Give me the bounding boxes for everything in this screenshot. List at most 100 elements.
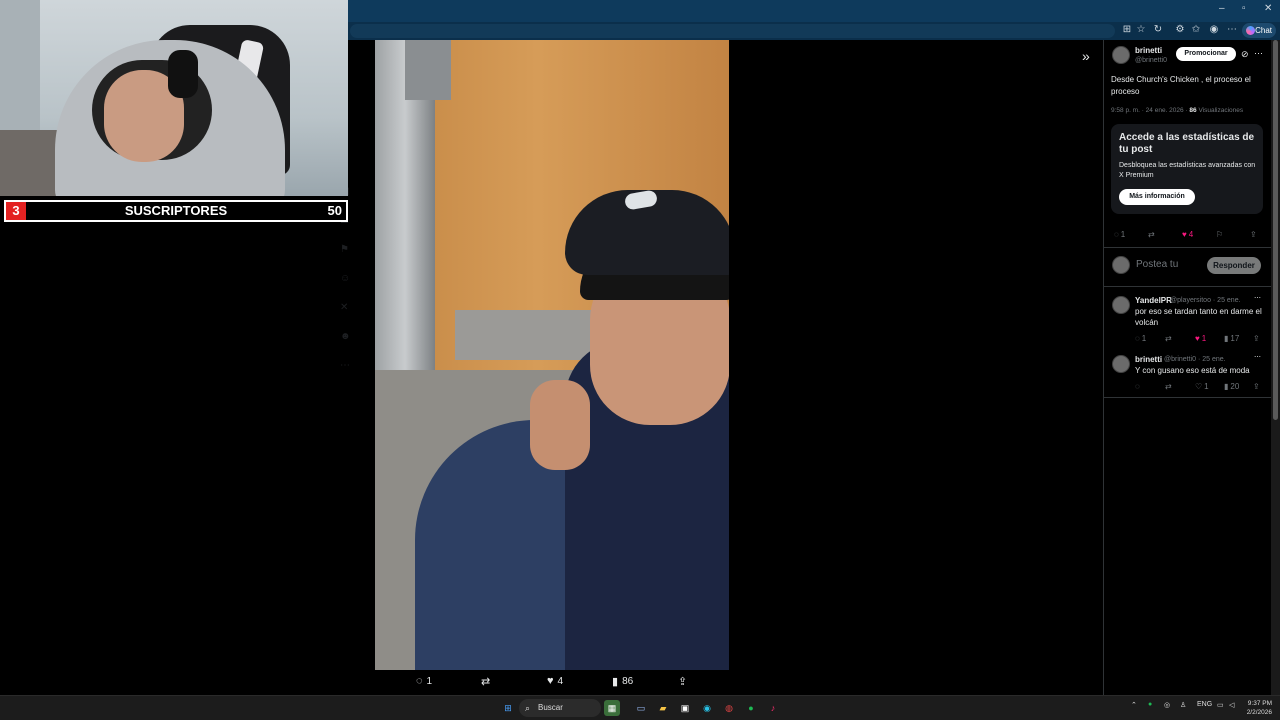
tray-spotify-icon[interactable]: ● [1148,701,1152,708]
microphone-icon[interactable]: ♙ [1180,701,1186,709]
sub-goal-label: SUSCRIPTORES [124,203,228,218]
reply-like-button[interactable]: ♥ 1 [1195,334,1206,343]
avatar [1112,256,1130,274]
nav-bookmarks-icon: ⚑ [340,244,349,255]
reply-submit-button[interactable]: Responder [1207,257,1261,274]
post-time[interactable]: 9:58 p. m. · 24 ene. 2026 · [1111,107,1188,114]
reply-like-button[interactable]: ♡ 1 [1195,382,1209,391]
sub-goal-count: 50 [327,203,342,218]
avatar[interactable] [1112,46,1130,64]
reply-author-handle[interactable]: @playersitoo · 25 ene. [1170,297,1241,304]
reply-icon: ◌ [1114,230,1119,239]
more-menu-icon[interactable]: ⋯ [1226,24,1238,36]
reply-repost-button[interactable]: ⇄ [1165,334,1172,343]
reply-views-button[interactable]: ▮ 17 [1224,334,1239,343]
share-icon: ⇪ [1250,230,1257,239]
reply-share-button[interactable]: ⇪ [1253,334,1260,343]
promote-button[interactable]: Promocionar [1176,47,1236,61]
address-bar[interactable] [350,24,1115,38]
reply-author-name[interactable]: YandelPR [1135,296,1172,305]
repost-icon: ⇄ [481,676,491,688]
minimize-icon[interactable]: – [1219,3,1225,14]
post-views-count: 86 [1189,107,1197,114]
taskbar-search[interactable]: ⌕ Buscar [519,699,601,717]
tray-chevron-icon[interactable]: ⌃ [1131,701,1137,709]
post-author-handle[interactable]: @brinetti0 [1135,57,1167,64]
reply-author-name[interactable]: brinetti [1135,355,1162,364]
reply-author-handle[interactable]: @brinetti0 · 25 ene. [1164,356,1226,363]
widget-icon[interactable]: ▦ [604,700,620,716]
thumbs-up-hand [530,380,590,470]
clock-time: 9:37 PM [1247,700,1272,707]
more-options-icon[interactable]: ⋯ [1254,294,1261,302]
reply-views-button[interactable]: ▮ 20 [1224,382,1239,391]
taskbar-clock[interactable]: 9:37 PM 2/2/2026 [1242,699,1272,717]
more-info-button[interactable]: Más información [1119,189,1195,205]
language-indicator[interactable]: ENG [1197,701,1212,708]
copilot-icon [1246,26,1255,35]
favorite-star-icon[interactable]: ☆ [1135,24,1147,36]
network-icon[interactable]: ▭ [1217,701,1224,709]
avatar[interactable] [1112,296,1130,314]
photo-share-button[interactable]: ⇪ [678,675,687,688]
photo-reply-button[interactable]: ◌ 1 [416,675,432,687]
maximize-icon[interactable]: ▫ [1242,3,1246,14]
photo-repost-button[interactable]: ⇄ [481,675,494,688]
post-photo[interactable] [375,40,729,670]
terminal-icon[interactable]: ▣ [677,700,693,716]
share-button[interactable]: ⇪ [1250,230,1257,239]
bookmark-button[interactable]: ⚐ [1216,230,1223,239]
apps-icon[interactable]: ⊞ [1121,24,1133,36]
extensions-icon[interactable]: ⚙ [1174,24,1186,36]
sub-current-count: 3 [6,202,26,220]
clock-date: 2/2/2026 [1246,709,1272,716]
photo-views-button[interactable]: ▮ 86 [612,675,633,688]
reply-share-button[interactable]: ⇪ [1253,382,1260,391]
views-chart-icon: ▮ [612,676,619,688]
panel-scrollbar[interactable] [1271,40,1280,695]
post-repost-button[interactable]: ⇄ [1148,230,1155,239]
premium-stats-card: Accede a las estadísticas de tu post Des… [1111,124,1263,214]
grok-icon[interactable]: ⊘ [1241,49,1249,60]
nav-profile-icon: ☻ [340,331,351,342]
chrome-icon[interactable]: ◍ [721,700,737,716]
start-button-icon[interactable]: ⊞ [500,700,516,716]
file-explorer-icon[interactable]: ▰ [655,700,671,716]
bookmark-icon: ⚐ [1216,230,1224,239]
volume-icon[interactable]: ◁ [1229,701,1234,709]
post-meta: 9:58 p. m. · 24 ene. 2026 · 86 Visualiza… [1111,107,1243,114]
reply-reply-button[interactable]: ◌ [1135,382,1142,391]
profile-avatar-icon[interactable]: ◉ [1208,24,1220,36]
heart-outline-icon: ♡ [1195,382,1203,391]
tray-app-icon[interactable]: ◎ [1164,701,1170,709]
tiktok-icon[interactable]: ♪ [765,700,781,716]
close-icon[interactable]: ✕ [1264,3,1272,14]
nav-more-icon: ⋯ [340,360,350,371]
spotify-icon[interactable]: ● [743,700,759,716]
photo-action-bar: ◌ 1 ⇄ ♥ 4 ▮ 86 ⇪ [375,672,729,692]
post-text: Desde Church's Chicken , el proceso el p… [1111,75,1251,96]
post-views-label: Visualizaciones [1198,107,1244,114]
reply-input[interactable]: Postea tu [1136,259,1178,270]
repost-icon: ⇄ [1165,382,1172,391]
edge-browser-icon[interactable]: ◉ [699,700,715,716]
reply-icon: ◌ [1135,382,1140,391]
reply-reply-button[interactable]: ◌ 1 [1135,334,1146,343]
share-icon: ⇪ [1253,334,1260,343]
refresh-icon[interactable]: ↻ [1152,24,1164,36]
reply-icon: ◌ [1135,334,1140,343]
task-view-icon[interactable]: ▭ [633,700,649,716]
more-options-icon[interactable]: ⋯ [1254,48,1263,59]
post-reply-button[interactable]: ◌ 1 [1114,230,1125,239]
share-icon: ⇪ [678,676,688,688]
reply-repost-button[interactable]: ⇄ [1165,382,1172,391]
avatar[interactable] [1112,355,1130,373]
photo-like-button[interactable]: ♥ 4 [547,675,563,687]
post-like-button[interactable]: ♥ 4 [1182,230,1193,239]
collections-icon[interactable]: ✩ [1190,24,1202,36]
copilot-chat-button[interactable]: Chat [1242,23,1276,38]
collapse-panel-icon[interactable]: » [1082,48,1090,64]
more-options-icon[interactable]: ⋯ [1254,353,1261,361]
post-author-name[interactable]: brinetti [1135,46,1162,55]
nav-communities-icon: ☺ [340,273,351,284]
